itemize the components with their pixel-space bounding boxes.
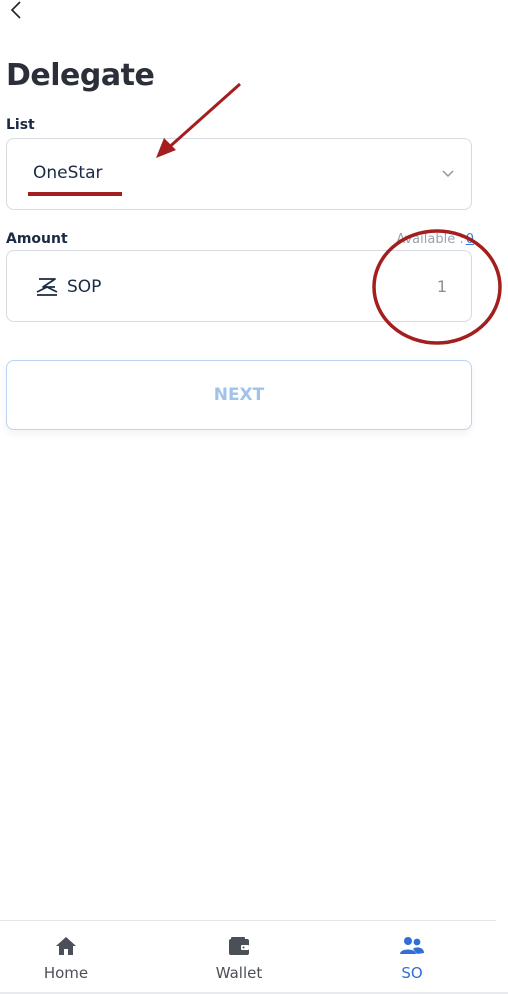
available-balance: Available :0 bbox=[396, 232, 474, 247]
tab-so[interactable]: SO bbox=[352, 921, 472, 993]
coin-name: SOP bbox=[67, 277, 102, 297]
chevron-left-icon bbox=[10, 1, 21, 19]
amount-label: Amount bbox=[6, 231, 68, 247]
page-title: Delegate bbox=[6, 58, 155, 93]
next-button[interactable]: NEXT bbox=[6, 360, 472, 430]
tab-home-label: Home bbox=[43, 964, 89, 982]
amount-input-value[interactable]: 1 bbox=[437, 277, 447, 296]
sop-coin-icon bbox=[36, 278, 58, 296]
chevron-down-icon bbox=[442, 170, 454, 177]
list-select[interactable]: OneStar bbox=[6, 138, 472, 210]
tab-wallet-label: Wallet bbox=[215, 964, 263, 982]
users-icon bbox=[400, 937, 424, 954]
tab-home[interactable]: Home bbox=[6, 921, 126, 993]
list-selected-value: OneStar bbox=[33, 163, 103, 183]
tab-so-label: SO bbox=[401, 964, 423, 982]
amount-field[interactable]: SOP 1 bbox=[6, 250, 472, 322]
list-label: List bbox=[6, 117, 35, 133]
back-button[interactable] bbox=[6, 0, 26, 20]
home-icon bbox=[56, 937, 76, 955]
available-value-link[interactable]: 0 bbox=[466, 232, 474, 247]
wallet-icon bbox=[229, 937, 249, 955]
available-label: Available : bbox=[396, 232, 464, 247]
bottom-tab-bar: Home Wallet SO bbox=[0, 920, 496, 993]
tab-wallet[interactable]: Wallet bbox=[179, 921, 299, 993]
